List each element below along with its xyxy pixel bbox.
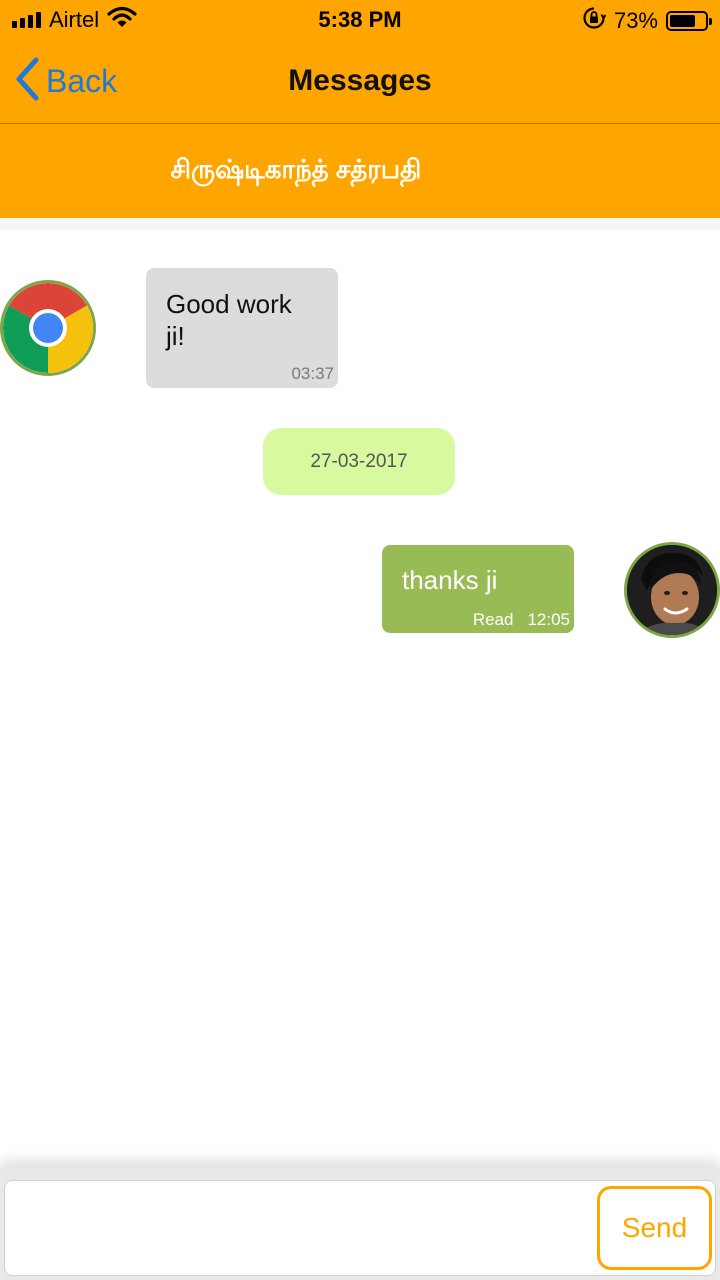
contact-avatar[interactable]	[0, 280, 96, 376]
header-divider	[0, 218, 720, 230]
status-bar: Airtel 5:38 PM 73%	[0, 0, 720, 40]
battery-level	[670, 15, 695, 27]
read-status: Read	[472, 610, 514, 629]
message-time: 03:37	[291, 364, 334, 383]
contact-header: சிருஷ்டிகாந்த் சத்ரபதி	[0, 124, 720, 218]
incoming-message-bubble[interactable]: Good work ji! 03:37	[146, 268, 338, 388]
user-photo	[627, 545, 717, 635]
message-time: 12:05	[527, 610, 570, 629]
navigation-bar: Back Messages	[0, 40, 720, 124]
outgoing-message-bubble[interactable]: thanks ji Read 12:05	[382, 545, 574, 633]
orientation-lock-icon	[582, 6, 607, 36]
message-meta: Read 12:05	[473, 610, 570, 630]
date-separator: 27-03-2017	[263, 428, 455, 495]
contact-name: சிருஷ்டிகாந்த் சத்ரபதி	[170, 154, 422, 184]
page-title: Messages	[288, 64, 432, 97]
battery-icon	[666, 11, 712, 31]
send-button[interactable]: Send	[597, 1186, 712, 1270]
message-text: Good work ji!	[166, 289, 292, 351]
user-avatar[interactable]	[624, 542, 720, 638]
battery-percent: 73%	[613, 8, 658, 33]
message-text: thanks ji	[402, 565, 498, 595]
status-right: 73%	[582, 6, 712, 36]
chrome-icon	[3, 283, 93, 373]
